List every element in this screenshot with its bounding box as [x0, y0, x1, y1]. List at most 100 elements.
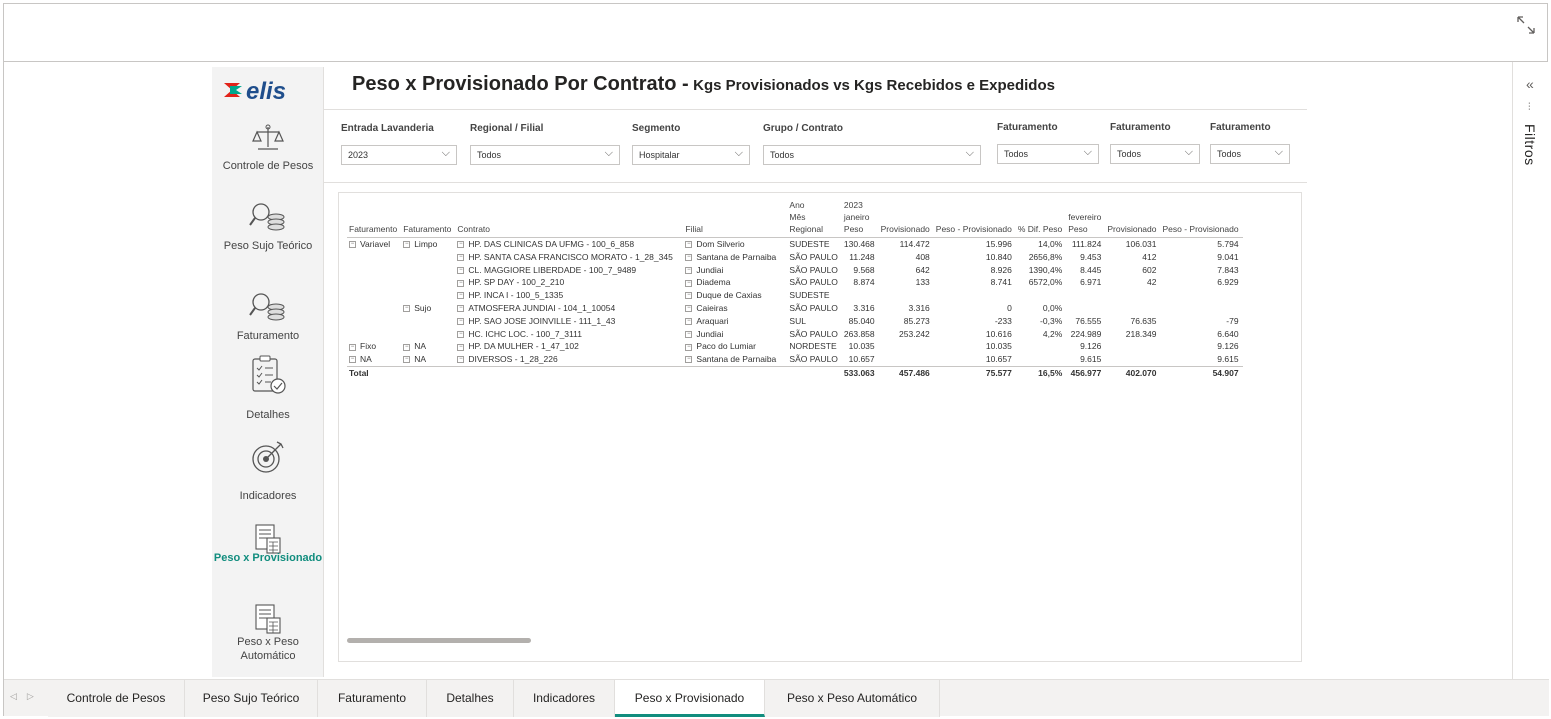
- table-cell: 0,0%: [1016, 302, 1066, 315]
- tab-label: Faturamento: [337, 691, 407, 705]
- cell-value: 9.126: [1217, 341, 1239, 352]
- collapse-icon[interactable]: −: [457, 254, 465, 262]
- expand-icon[interactable]: [1515, 14, 1537, 36]
- collapse-icon[interactable]: −: [685, 330, 693, 338]
- collapse-icon[interactable]: −: [403, 241, 411, 249]
- collapse-icon[interactable]: −: [403, 356, 411, 364]
- nav-faturamento[interactable]: Faturamento: [212, 291, 324, 343]
- filters-label: Filtros: [1522, 124, 1538, 166]
- cell-value: 6572,0%: [1028, 277, 1063, 288]
- collapse-icon[interactable]: −: [685, 254, 693, 262]
- collapse-icon[interactable]: −: [457, 356, 465, 364]
- tab-scroll-arrows-icon[interactable]: ◁▷: [10, 691, 44, 702]
- slicer-regional-filial: Regional / Filial Todos ⌵: [470, 123, 620, 165]
- slicer-dropdown[interactable]: Todos ⌵: [997, 144, 1099, 164]
- table-cell: 253.242: [879, 328, 934, 341]
- collapse-icon[interactable]: −: [349, 343, 356, 351]
- nav-peso-x-peso-automatico[interactable]: Peso x Peso Automático: [212, 603, 324, 663]
- collapse-icon[interactable]: −: [403, 305, 411, 313]
- nav-controle-de-pesos[interactable]: Controle de Pesos: [212, 123, 324, 173]
- collapse-icon[interactable]: −: [685, 241, 693, 249]
- collapse-icon[interactable]: −: [457, 279, 465, 287]
- slicer-dropdown[interactable]: Hospitalar ⌵: [632, 145, 750, 165]
- collapse-icon[interactable]: −: [685, 356, 693, 364]
- collapse-icon[interactable]: −: [457, 343, 465, 351]
- top-bar: [4, 4, 1547, 62]
- collapse-icon[interactable]: −: [457, 241, 465, 249]
- collapse-icon[interactable]: −: [403, 343, 411, 351]
- collapse-chevron-icon[interactable]: «: [1526, 76, 1534, 92]
- svg-text:elis: elis: [246, 78, 286, 105]
- collapse-icon[interactable]: −: [349, 241, 356, 249]
- collapse-icon[interactable]: −: [457, 266, 465, 274]
- nav-peso-x-provisionado[interactable]: Peso x Provisionado: [212, 523, 324, 565]
- cell-value: 10.035: [848, 341, 875, 352]
- cell-value: Dom Silverio: [696, 239, 745, 249]
- slicer-dropdown[interactable]: Todos ⌵: [470, 145, 620, 165]
- column-header[interactable]: Contrato: [455, 199, 684, 238]
- column-header[interactable]: fevereiro Peso: [1066, 199, 1106, 238]
- tab-detalhes[interactable]: Detalhes: [427, 680, 514, 717]
- cell-value: 8.445: [1080, 264, 1102, 275]
- table-cell: − NA: [401, 340, 455, 353]
- column-header[interactable]: Peso - Provisionado: [1160, 199, 1243, 238]
- column-header[interactable]: 2023 janeiro Peso: [841, 199, 879, 238]
- column-header[interactable]: Ano Mês Regional: [787, 199, 842, 238]
- table-cell: 6.971: [1066, 276, 1105, 289]
- nav-label: Controle de Pesos: [222, 160, 314, 172]
- table-cell: [1160, 302, 1242, 315]
- table-cell: 15.996: [934, 238, 1016, 251]
- cell-value: Diadema: [696, 277, 731, 288]
- column-header[interactable]: Peso - Provisionado: [933, 199, 1016, 238]
- slicer-dropdown[interactable]: Todos ⌵: [1110, 144, 1200, 164]
- slicer-entrada-lavanderia: Entrada Lavanderia 2023 ⌵: [341, 123, 457, 165]
- collapse-icon[interactable]: −: [457, 318, 465, 326]
- table-cell: − DIVERSOS - 1_28_226: [455, 353, 683, 366]
- cell-value: 6.929: [1217, 277, 1239, 288]
- collapse-icon[interactable]: −: [685, 279, 693, 287]
- nav-label: Faturamento: [236, 330, 300, 342]
- filters-pane[interactable]: « ⫶ Filtros: [1514, 62, 1549, 679]
- tab-indicadores[interactable]: Indicadores: [514, 680, 615, 717]
- nav-detalhes[interactable]: Detalhes: [212, 354, 324, 422]
- column-header[interactable]: Provisionado: [1105, 199, 1161, 238]
- column-header[interactable]: Faturamento: [401, 199, 456, 238]
- collapse-icon[interactable]: −: [349, 356, 356, 364]
- tab-peso-sujo-teorico[interactable]: Peso Sujo Teórico: [185, 680, 318, 717]
- table-cell: 602: [1105, 264, 1160, 277]
- table-cell: 130.468: [842, 238, 879, 251]
- tab-peso-x-peso-automatico[interactable]: Peso x Peso Automático: [765, 680, 940, 717]
- slicer-dropdown[interactable]: Todos ⌵: [763, 145, 981, 165]
- cell-value: Santana de Parnaiba: [696, 354, 777, 365]
- collapse-icon[interactable]: −: [685, 318, 693, 326]
- target-icon: [252, 441, 284, 473]
- column-header[interactable]: Filial: [683, 199, 788, 238]
- collapse-icon[interactable]: −: [685, 266, 693, 274]
- column-header[interactable]: Faturamento: [347, 199, 402, 238]
- cell-value: HP. DAS CLINICAS DA UFMG - 100_6_858: [468, 239, 635, 249]
- nav-indicadores[interactable]: Indicadores: [212, 439, 324, 503]
- tab-controle-de-pesos[interactable]: Controle de Pesos: [48, 680, 185, 717]
- column-header[interactable]: % Dif. Peso: [1015, 199, 1067, 238]
- nav-peso-sujo-teorico[interactable]: Peso Sujo Teórico: [212, 201, 324, 253]
- cell-value: 9.568: [853, 264, 875, 275]
- horizontal-scrollbar[interactable]: [347, 638, 531, 643]
- slicer-label: Entrada Lavanderia: [341, 123, 434, 134]
- collapse-icon[interactable]: −: [457, 305, 465, 313]
- collapse-icon[interactable]: −: [457, 330, 465, 338]
- slicer-segmento: Segmento Hospitalar ⌵: [632, 123, 750, 165]
- tab-peso-x-provisionado[interactable]: Peso x Provisionado: [615, 680, 765, 717]
- column-header[interactable]: Provisionado: [878, 199, 934, 238]
- table-cell: SUDESTE: [787, 289, 842, 302]
- collapse-icon[interactable]: −: [685, 343, 693, 351]
- cell-value: 9.041: [1217, 251, 1239, 262]
- collapse-icon[interactable]: −: [685, 292, 693, 300]
- tab-faturamento[interactable]: Faturamento: [318, 680, 427, 717]
- slicer-dropdown[interactable]: Todos ⌵: [1210, 144, 1290, 164]
- collapse-icon[interactable]: −: [685, 305, 693, 313]
- matrix-visual: Faturamento Faturamento Contrato Filial …: [338, 192, 1302, 662]
- slicer-dropdown[interactable]: 2023 ⌵: [341, 145, 457, 165]
- collapse-icon[interactable]: −: [457, 292, 465, 300]
- nav-label: Indicadores: [239, 490, 297, 502]
- cell-value: 106.031: [1125, 239, 1157, 249]
